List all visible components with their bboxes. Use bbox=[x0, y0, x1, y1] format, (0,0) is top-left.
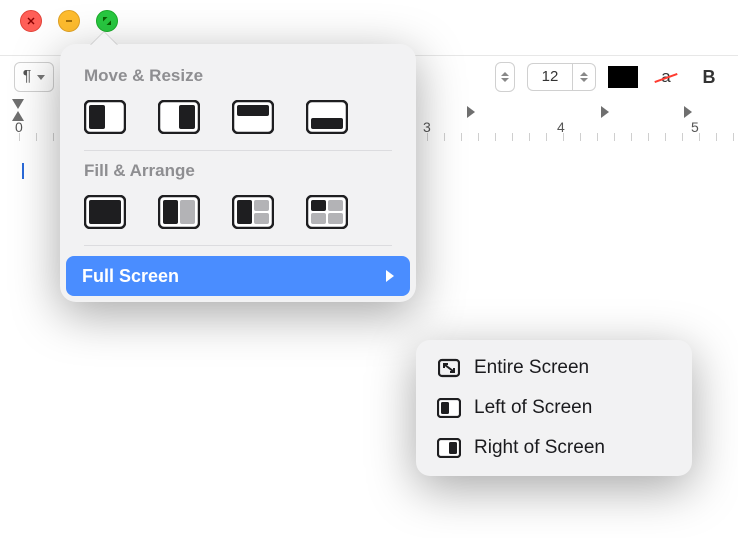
window-minimize-button[interactable] bbox=[58, 10, 80, 32]
arrange-left-stack-button[interactable] bbox=[232, 195, 274, 229]
arrange-left-right-button[interactable] bbox=[158, 195, 200, 229]
left-indent-marker[interactable] bbox=[12, 111, 24, 121]
chevron-right-icon bbox=[386, 270, 394, 282]
window-close-button[interactable] bbox=[20, 10, 42, 32]
fill-arrange-row bbox=[66, 191, 410, 243]
paragraph-style-selector[interactable]: ¶ bbox=[14, 62, 54, 92]
text-color-swatch[interactable] bbox=[608, 66, 638, 88]
left-of-screen-item[interactable]: Left of Screen bbox=[422, 388, 686, 428]
right-of-screen-item[interactable]: Right of Screen bbox=[422, 428, 686, 468]
bold-button[interactable]: B bbox=[694, 63, 724, 91]
text-cursor bbox=[22, 163, 24, 179]
divider bbox=[84, 245, 392, 246]
pilcrow-icon: ¶ bbox=[23, 68, 32, 86]
font-size-selector[interactable]: 12 bbox=[527, 63, 596, 91]
font-family-selector[interactable] bbox=[495, 62, 515, 92]
window-tiling-popover: Move & Resize Fill & Arrange Full Screen bbox=[60, 44, 416, 302]
entire-screen-item[interactable]: Entire Screen bbox=[422, 348, 686, 388]
tab-stop-marker[interactable] bbox=[601, 106, 609, 118]
font-size-value: 12 bbox=[527, 63, 572, 91]
font-size-stepper[interactable] bbox=[572, 63, 596, 91]
arrange-quarters-button[interactable] bbox=[306, 195, 348, 229]
section-header-fill-arrange: Fill & Arrange bbox=[84, 161, 392, 181]
section-header-move-resize: Move & Resize bbox=[84, 66, 392, 86]
window-zoom-button[interactable] bbox=[96, 10, 118, 32]
full-screen-menu-item[interactable]: Full Screen bbox=[66, 256, 410, 296]
tile-right-button[interactable] bbox=[158, 100, 200, 134]
submenu-item-label: Right of Screen bbox=[474, 437, 605, 459]
submenu-item-label: Left of Screen bbox=[474, 397, 592, 419]
ruler-number: 5 bbox=[691, 119, 699, 135]
full-screen-submenu: Entire Screen Left of Screen Right of Sc… bbox=[416, 340, 692, 476]
tile-right-icon bbox=[436, 437, 462, 459]
fill-screen-button[interactable] bbox=[84, 195, 126, 229]
tile-left-button[interactable] bbox=[84, 100, 126, 134]
first-line-indent-marker[interactable] bbox=[12, 99, 24, 109]
full-screen-label: Full Screen bbox=[82, 266, 179, 287]
expand-icon bbox=[436, 357, 462, 379]
tab-stop-marker[interactable] bbox=[467, 106, 475, 118]
divider bbox=[84, 150, 392, 151]
submenu-item-label: Entire Screen bbox=[474, 357, 589, 379]
tile-top-button[interactable] bbox=[232, 100, 274, 134]
move-resize-row bbox=[66, 96, 410, 148]
chevron-down-icon bbox=[37, 73, 45, 81]
tab-stop-marker[interactable] bbox=[684, 106, 692, 118]
tile-left-icon bbox=[436, 397, 462, 419]
strikethrough-button[interactable]: a bbox=[650, 63, 682, 91]
tile-bottom-button[interactable] bbox=[306, 100, 348, 134]
